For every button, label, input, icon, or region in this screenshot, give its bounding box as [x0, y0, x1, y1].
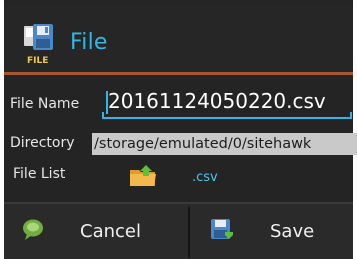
save-button[interactable]: Save — [190, 204, 353, 259]
cancel-button-label: Cancel — [80, 221, 141, 242]
cancel-button[interactable]: Cancel — [4, 204, 188, 259]
header-divider — [4, 72, 353, 75]
file-dialog: FILE File File Name 20161124050220.csv D… — [4, 0, 357, 259]
save-button-label: Save — [270, 221, 315, 242]
file-name-input[interactable]: 20161124050220.csv — [102, 86, 352, 124]
extension-label: .csv — [192, 170, 218, 185]
floppy-file-icon: FILE — [24, 24, 53, 66]
directory-field[interactable]: /storage/emulated/0/sitehawk — [92, 133, 357, 155]
folder-up-icon[interactable] — [129, 164, 157, 188]
input-underline-tick — [350, 112, 352, 119]
file-list-label: File List — [13, 166, 66, 182]
save-disk-icon — [211, 219, 233, 239]
input-underline — [102, 117, 352, 119]
dialog-header: FILE File — [4, 6, 353, 72]
directory-label: Directory — [10, 135, 75, 151]
cancel-bubble-icon — [23, 219, 43, 240]
file-name-label: File Name — [10, 96, 80, 112]
dialog-title: File — [70, 30, 108, 55]
icon-badge-text: FILE — [27, 56, 48, 66]
file-name-value[interactable]: 20161124050220.csv — [108, 89, 326, 113]
